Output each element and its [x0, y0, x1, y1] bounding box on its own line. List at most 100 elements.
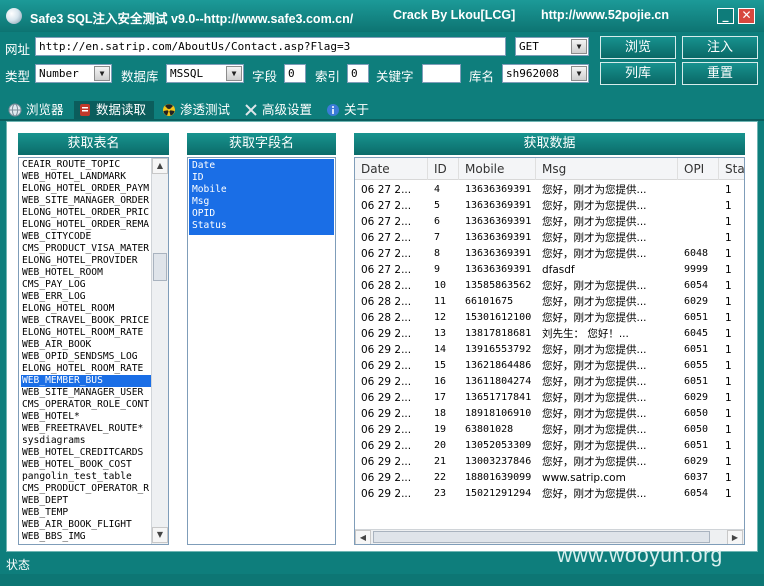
table-list-item[interactable]: ELONG_HOTEL_PROVIDER — [21, 255, 151, 267]
field-list-item[interactable]: Status — [189, 220, 334, 232]
table-list-item[interactable]: CMS_PRODUCT_OPERATOR_R — [21, 483, 151, 495]
scroll-up-icon[interactable]: ▲ — [152, 158, 168, 174]
url-input[interactable]: http://en.satrip.com/AboutUs/Contact.asp… — [35, 37, 506, 56]
table-list-item[interactable]: ELONG_HOTEL_ORDER_PRIC — [21, 207, 151, 219]
field-list-item[interactable]: ID — [189, 172, 334, 184]
table-list-item[interactable]: ELONG_HOTEL_ROOM_RATE — [21, 327, 151, 339]
table-list-item[interactable]: ELONG_HOTEL_ROOM_RATE — [21, 363, 151, 375]
data-hscrollbar[interactable]: ◀ ▶ — [355, 529, 744, 544]
table-list-item[interactable]: WEB_TEMP — [21, 507, 151, 519]
scroll-down-icon[interactable]: ▼ — [152, 527, 168, 543]
table-list-item[interactable]: WEB_OPID_SENDSMS_LOG — [21, 351, 151, 363]
table-list-item[interactable]: ELONG_HOTEL_ORDER_PAYM — [21, 183, 151, 195]
chevron-down-icon[interactable]: ▼ — [226, 66, 242, 81]
table-row[interactable]: 06 29 2... 22 18801639099 www.satrip.com 603… — [355, 470, 744, 486]
data-hscroll-thumb[interactable] — [373, 531, 710, 543]
chevron-down-icon[interactable]: ▼ — [571, 39, 587, 54]
tables-scroll-thumb[interactable] — [153, 253, 167, 281]
tables-list[interactable]: CEAIR_ROUTE_TOPIC WEB_HOTEL_LANDMARK ELONG… — [18, 157, 169, 545]
table-list-item[interactable]: WEB_DEPT — [21, 495, 151, 507]
tab-pentest[interactable]: 渗透测试 — [158, 101, 230, 119]
field-count-input[interactable]: 0 — [284, 64, 306, 83]
table-list-item[interactable]: WEB_HOTEL_CREDITCARDS — [21, 447, 151, 459]
method-select[interactable]: GET ▼ — [515, 37, 589, 56]
table-list-item[interactable]: WEB_BBS_IMG — [21, 531, 151, 543]
field-list-item[interactable]: OPID — [189, 208, 334, 220]
table-row[interactable]: 06 29 2... 21 13003237846 您好，刚才为您提供... 6029 1 — [355, 454, 744, 470]
table-list-item[interactable]: WEB_HOTEL_LANDMARK — [21, 171, 151, 183]
type-select[interactable]: Number ▼ — [35, 64, 112, 83]
table-cell: 1 — [725, 280, 732, 292]
table-row[interactable]: 06 29 2... 17 13651717841 您好，刚才为您提供... 6029 1 — [355, 390, 744, 406]
table-row[interactable]: 06 29 2... 19 63801028 您好，刚才为您提供... 6050 1 — [355, 422, 744, 438]
table-row[interactable]: 06 29 2... 18 18918106910 您好，刚才为您提供... 6050 1 — [355, 406, 744, 422]
column-header[interactable]: OPI — [678, 158, 719, 180]
table-row[interactable]: 06 29 2... 16 13611804274 您好，刚才为您提供... 6051 1 — [355, 374, 744, 390]
table-list-item[interactable]: CMS_PRODUCT_VISA_MATER — [21, 243, 151, 255]
db-select[interactable]: MSSQL ▼ — [166, 64, 244, 83]
index-input[interactable]: 0 — [347, 64, 369, 83]
table-list-item[interactable]: WEB_CITYCODE — [21, 231, 151, 243]
table-list-item[interactable]: pangolin_test_table — [21, 471, 151, 483]
table-list-item[interactable]: ELONG_HOTEL_ORDER_REMA — [21, 219, 151, 231]
tab-data-read[interactable]: 数据读取 — [74, 101, 154, 119]
table-list-item[interactable]: WEB_ERR_LOG — [21, 291, 151, 303]
field-list-item[interactable]: Mobile — [189, 184, 334, 196]
table-row[interactable]: 06 29 2... 23 15021291294 您好，刚才为您提供... 6054 1 — [355, 486, 744, 502]
column-header[interactable]: Date — [355, 158, 428, 180]
fields-selection[interactable]: Date ID Mobile Msg OPID Status — [189, 159, 334, 235]
table-row[interactable]: 06 27 2... 9 13636369391 dfasdf 9999 1 — [355, 262, 744, 278]
tab-browser[interactable]: 浏览器 — [4, 101, 64, 119]
dbname-select[interactable]: sh962008 ▼ — [502, 64, 589, 83]
tab-advanced[interactable]: 高级设置 — [240, 101, 312, 119]
table-row[interactable]: 06 27 2... 4 13636369391 您好，刚才为您提供... 1 — [355, 182, 744, 198]
table-row[interactable]: 06 27 2... 7 13636369391 您好，刚才为您提供... 1 — [355, 230, 744, 246]
table-list-item[interactable]: WEB_AIR_BOOK_FLIGHT — [21, 519, 151, 531]
list-db-button[interactable]: 列库 — [600, 62, 676, 85]
table-row[interactable]: 06 29 2... 20 13052053309 您好，刚才为您提供... 6051 1 — [355, 438, 744, 454]
table-row[interactable]: 06 29 2... 13 13817818681 刘先生： 您好！... 6045 1 — [355, 326, 744, 342]
table-list-item[interactable]: WEB_HOTEL* — [21, 411, 151, 423]
table-row[interactable]: 06 27 2... 5 13636369391 您好，刚才为您提供... 1 — [355, 198, 744, 214]
table-list-item[interactable]: WEB_HOTEL_BOOK_COST — [21, 459, 151, 471]
column-header[interactable]: Msg — [536, 158, 678, 180]
table-list-item[interactable]: ELONG_HOTEL_ROOM — [21, 303, 151, 315]
table-row[interactable]: 06 29 2... 14 13916553792 您好，刚才为您提供... 6051 1 — [355, 342, 744, 358]
table-list-item[interactable]: CMS_OPERATOR_ROLE_CONT — [21, 399, 151, 411]
table-list-item[interactable]: WEB_SITE_MANAGER_ORDER — [21, 195, 151, 207]
table-row[interactable]: 06 27 2... 6 13636369391 您好，刚才为您提供... 1 — [355, 214, 744, 230]
scroll-left-icon[interactable]: ◀ — [355, 530, 371, 544]
table-row[interactable]: 06 27 2... 8 13636369391 您好，刚才为您提供... 6048 1 — [355, 246, 744, 262]
table-row[interactable]: 06 28 2... 12 15301612100 您好，刚才为您提供... 6051 1 — [355, 310, 744, 326]
column-header[interactable]: Sta — [719, 158, 744, 180]
chevron-down-icon[interactable]: ▼ — [94, 66, 110, 81]
table-list-item[interactable]: CEAIR_ROUTE_TOPIC — [21, 159, 151, 171]
table-list-item[interactable]: WEB_CTRAVEL_BOOK_PRICE — [21, 315, 151, 327]
table-row[interactable]: 06 28 2... 10 13585863562 您好，刚才为您提供... 6054 1 — [355, 278, 744, 294]
close-button[interactable]: ✕ — [738, 8, 755, 24]
fields-list[interactable]: Date ID Mobile Msg OPID Status — [187, 157, 336, 545]
keyword-input[interactable] — [422, 64, 461, 83]
tables-scrollbar[interactable]: ▲ ▼ — [151, 158, 168, 544]
table-list-item[interactable]: WEB_AIR_BOOK — [21, 339, 151, 351]
field-list-item[interactable]: Msg — [189, 196, 334, 208]
field-list-item[interactable]: Date — [189, 160, 334, 172]
table-row[interactable]: 06 29 2... 15 13621864486 您好，刚才为您提供... 6055 1 — [355, 358, 744, 374]
table-list-item[interactable]: WEB_HOTEL_ROOM — [21, 267, 151, 279]
table-list-item[interactable]: WEB_FREETRAVEL_ROUTE* — [21, 423, 151, 435]
data-grid[interactable]: Date ID Mobile Msg OPI Sta 06 27 2... 4 1363636… — [354, 157, 745, 545]
tab-about[interactable]: 关于 — [322, 101, 369, 119]
chevron-down-icon[interactable]: ▼ — [571, 66, 587, 81]
browse-button[interactable]: 浏览 — [600, 36, 676, 59]
column-header[interactable]: Mobile — [459, 158, 536, 180]
inject-button[interactable]: 注入 — [682, 36, 758, 59]
minimize-button[interactable]: _ — [717, 8, 734, 24]
column-header[interactable]: ID — [428, 158, 459, 180]
scroll-right-icon[interactable]: ▶ — [727, 530, 743, 544]
table-list-item[interactable]: CMS_PAY_LOG — [21, 279, 151, 291]
reset-button[interactable]: 重置 — [682, 62, 758, 85]
table-list-item[interactable]: WEB_SITE_MANAGER_USER — [21, 387, 151, 399]
table-list-item[interactable]: WEB_MEMBER_BUS — [21, 375, 151, 387]
table-list-item[interactable]: sysdiagrams — [21, 435, 151, 447]
table-row[interactable]: 06 28 2... 11 66101675 您好，刚才为您提供... 6029 1 — [355, 294, 744, 310]
